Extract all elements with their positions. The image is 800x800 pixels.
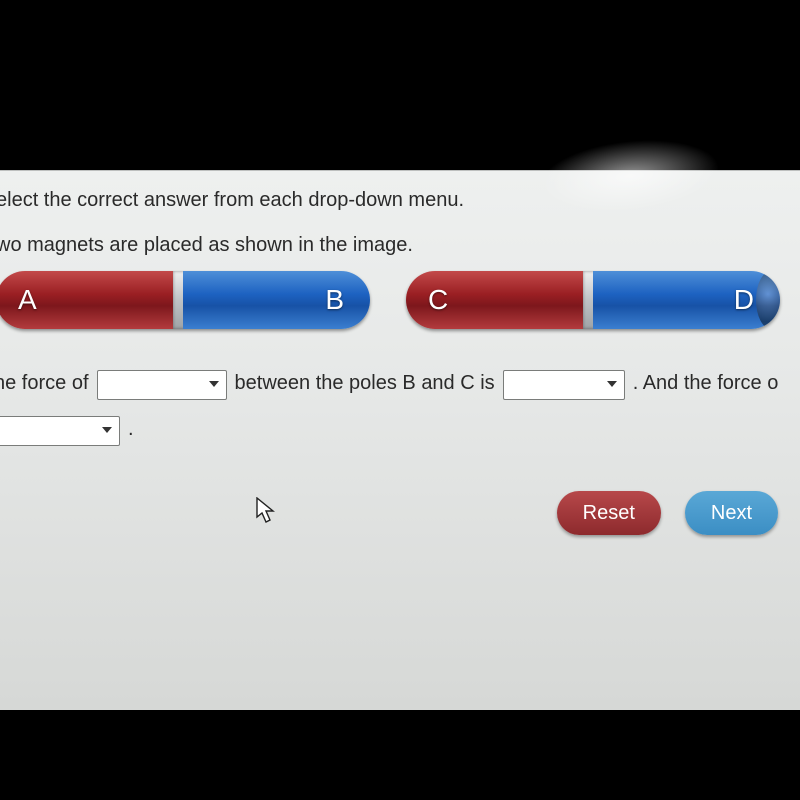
dropdown-third[interactable] <box>0 416 120 446</box>
magnet-1-pole-a: A <box>0 271 183 329</box>
sentence-part-3: . And the force o <box>633 363 779 403</box>
question-panel: elect the correct answer from each drop-… <box>0 170 800 710</box>
instruction-text-1: elect the correct answer from each drop-… <box>0 189 800 212</box>
sentence-part-2: between the poles B and C is <box>235 363 495 403</box>
pole-label-b: B <box>325 284 344 316</box>
reset-button[interactable]: Reset <box>557 491 661 535</box>
letterbox-top <box>0 0 800 170</box>
letterbox-bottom <box>0 710 800 800</box>
sentence-part-1: he force of <box>0 363 89 403</box>
dropdown-wrap-3 <box>0 409 120 449</box>
magnets-row: A B C D <box>0 271 800 329</box>
instruction-text-2: wo magnets are placed as shown in the im… <box>0 234 800 257</box>
magnet-1: A B <box>0 271 370 329</box>
pole-label-c: C <box>428 284 448 316</box>
magnet-2-pole-d: D <box>593 271 780 329</box>
next-button[interactable]: Next <box>685 491 778 535</box>
sentence-part-4: . <box>128 409 134 449</box>
dropdown-force-type[interactable] <box>97 370 227 400</box>
magnet-1-pole-b: B <box>183 271 370 329</box>
dropdown-wrap-1 <box>97 363 227 403</box>
fill-in-sentence: he force of between the poles B and C is… <box>0 363 800 403</box>
magnet-2-pole-c: C <box>406 271 593 329</box>
pole-label-a: A <box>18 284 37 316</box>
fill-in-sentence-line2: . <box>0 409 800 449</box>
dropdown-force-result[interactable] <box>503 370 625 400</box>
pole-label-d: D <box>734 284 754 316</box>
cursor-icon <box>256 497 276 525</box>
dropdown-wrap-2 <box>503 363 625 403</box>
magnet-2-endcap <box>756 271 780 329</box>
magnet-2: C D <box>406 271 780 329</box>
buttons-row: Reset Next <box>557 491 778 535</box>
